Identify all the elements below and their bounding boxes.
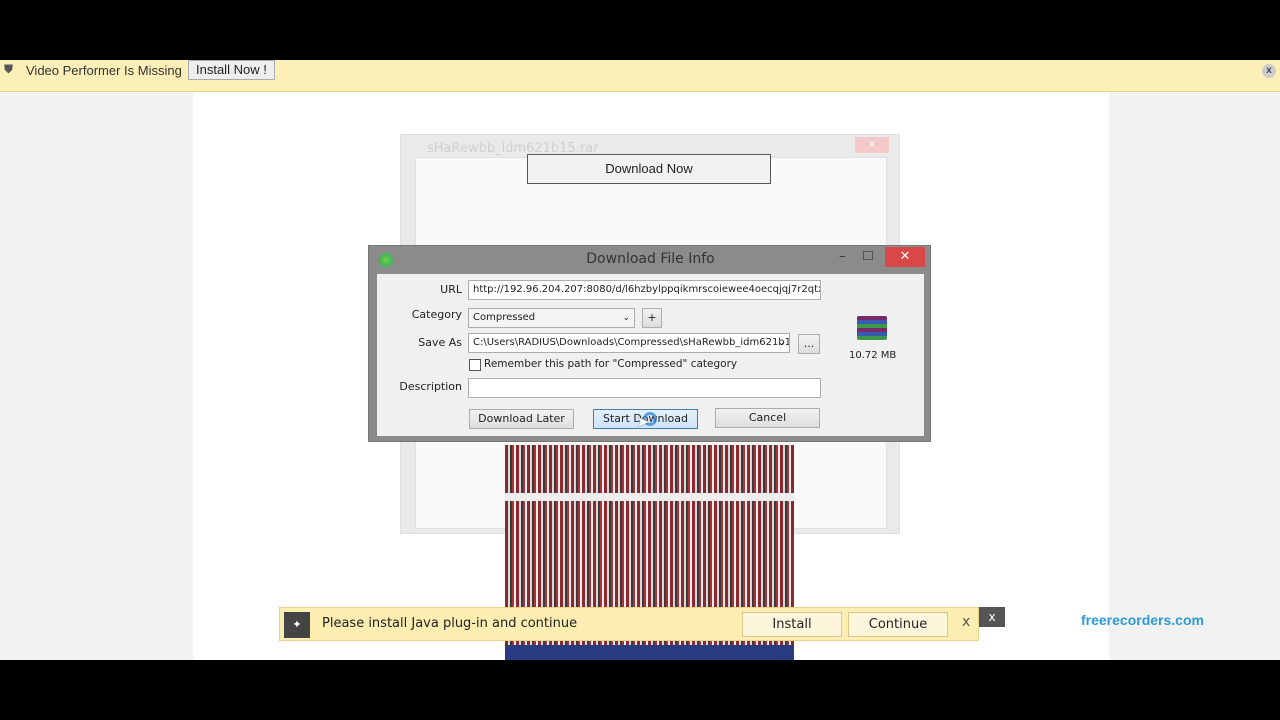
stadium-banner bbox=[505, 645, 794, 660]
remember-path-label: Remember this path for "Compressed" cate… bbox=[484, 358, 738, 370]
ad-close-button[interactable]: x bbox=[979, 607, 1005, 627]
url-label: URL bbox=[440, 283, 462, 296]
download-now-button[interactable]: Download Now bbox=[527, 154, 771, 184]
cancel-button[interactable]: Cancel bbox=[715, 408, 820, 428]
close-icon[interactable]: x bbox=[1262, 64, 1276, 78]
java-plugin-bar: ✦ Please install Java plug-in and contin… bbox=[279, 607, 979, 641]
dialog-title: Download File Info bbox=[586, 251, 715, 267]
notification-bar: ⛊ Video Performer Is Missing Install Now… bbox=[0, 60, 1280, 92]
java-plugin-icon: ✦ bbox=[284, 612, 310, 638]
description-label: Description bbox=[399, 380, 462, 393]
watermark: freerecorders.com bbox=[1081, 612, 1204, 628]
download-file-info-dialog: Download File Info – ✕ URL http://192.96… bbox=[368, 245, 931, 442]
description-field[interactable] bbox=[468, 378, 821, 398]
dialog-body: URL http://192.96.204.207:8080/d/l6hzbyl… bbox=[377, 274, 924, 436]
save-as-value: C:\Users\RADIUS\Downloads\Compressed\sHa… bbox=[473, 337, 790, 348]
close-button[interactable]: ✕ bbox=[885, 247, 925, 267]
shield-icon: ⛊ bbox=[4, 62, 14, 76]
url-field[interactable]: http://192.96.204.207:8080/d/l6hzbylppqi… bbox=[468, 280, 821, 300]
java-continue-button[interactable]: Continue bbox=[848, 612, 948, 637]
add-category-button[interactable]: + bbox=[642, 308, 662, 328]
cursor-icon: ➤ bbox=[636, 412, 650, 431]
file-size: 10.72 MB bbox=[849, 350, 897, 361]
minimize-button[interactable]: – bbox=[839, 249, 846, 264]
java-message: Please install Java plug-in and continue bbox=[322, 616, 578, 631]
goal-crossbar bbox=[505, 493, 794, 501]
install-now-button[interactable]: Install Now ! bbox=[188, 60, 275, 80]
category-value: Compressed bbox=[473, 312, 536, 323]
winrar-archive-icon bbox=[857, 316, 887, 340]
save-as-field[interactable]: C:\Users\RADIUS\Downloads\Compressed\sHa… bbox=[468, 333, 790, 353]
chevron-down-icon: ⌄ bbox=[777, 338, 785, 348]
save-as-label: Save As bbox=[418, 336, 462, 349]
background-window-close[interactable]: x bbox=[855, 137, 889, 153]
notification-message: Video Performer Is Missing bbox=[26, 63, 182, 78]
chevron-down-icon: ⌄ bbox=[622, 313, 630, 323]
maximize-button[interactable] bbox=[863, 251, 873, 260]
category-label: Category bbox=[411, 308, 462, 321]
browse-button[interactable]: ... bbox=[798, 334, 820, 354]
remember-path-checkbox[interactable] bbox=[469, 359, 481, 371]
category-select[interactable]: Compressed ⌄ bbox=[468, 308, 635, 328]
java-install-button[interactable]: Install bbox=[742, 612, 842, 637]
download-later-button[interactable]: Download Later bbox=[469, 409, 574, 429]
java-bar-close[interactable]: x bbox=[962, 614, 970, 630]
